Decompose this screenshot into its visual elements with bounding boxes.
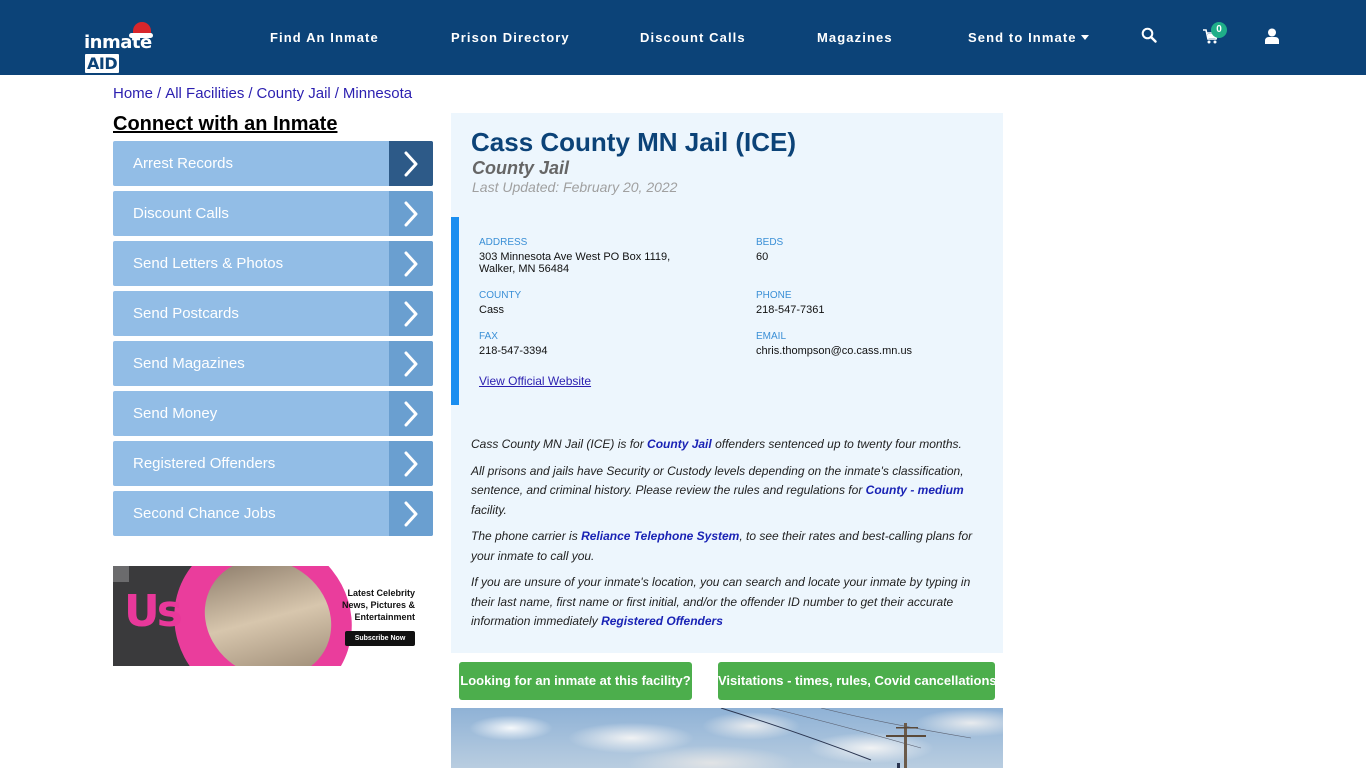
description-paragraph: All prisons and jails have Security or C… bbox=[471, 462, 986, 521]
sidebar-item-label: Second Chance Jobs bbox=[133, 505, 276, 522]
facility-description: Cass County MN Jail (ICE) is for County … bbox=[471, 435, 986, 639]
email-label: EMAIL bbox=[756, 331, 787, 342]
facility-type: County Jail bbox=[472, 158, 570, 178]
sidebar-item-arrest-records[interactable]: Arrest Records bbox=[113, 141, 433, 186]
logo-word-inmate: inmate bbox=[84, 32, 152, 53]
sidebar-item-label: Arrest Records bbox=[133, 155, 234, 172]
email-field: EMAIL chris.thompson@co.cass.mn.us bbox=[756, 331, 912, 357]
user-icon[interactable] bbox=[1265, 28, 1283, 46]
chevron-right-icon bbox=[389, 341, 433, 386]
logo-word-aid: AID bbox=[85, 54, 120, 73]
description-paragraph: If you are unsure of your inmate's locat… bbox=[471, 573, 986, 632]
facility-title: Cass County MN Jail (ICE) bbox=[471, 127, 797, 157]
nav-prison-directory[interactable]: Prison Directory bbox=[451, 30, 570, 45]
sidebar-item-label: Registered Offenders bbox=[133, 455, 276, 472]
breadcrumb: Home / All Facilities / County Jail / Minnesot… bbox=[113, 85, 412, 102]
ad-headline-line: Entertainment bbox=[354, 612, 415, 622]
address-field: ADDRESS 303 Minnesota Ave West PO Box 11… bbox=[479, 237, 670, 275]
description-text: offenders sentenced up to twenty four mo… bbox=[711, 437, 962, 451]
visitations-button[interactable]: Visitations - times, rules, Covid cancel… bbox=[718, 662, 997, 700]
phone-value: 218-547-7361 bbox=[756, 304, 825, 316]
facility-photo bbox=[451, 708, 1003, 768]
logo-text: inmateAID bbox=[84, 32, 180, 74]
ad-subscribe-button[interactable]: Subscribe Now bbox=[345, 631, 415, 646]
sidebar-item-send-magazines[interactable]: Send Magazines bbox=[113, 341, 433, 386]
facility-panel: Cass County MN Jail (ICE) County Jail La… bbox=[451, 113, 1003, 653]
chevron-right-icon bbox=[389, 141, 433, 186]
ad-headline-line: News, Pictures & bbox=[341, 600, 415, 610]
ad-headline: Latest Celebrity News, Pictures & Entert… bbox=[342, 587, 415, 623]
reliance-telephone-link[interactable]: Reliance Telephone System bbox=[581, 529, 739, 543]
description-paragraph: Cass County MN Jail (ICE) is for County … bbox=[471, 435, 986, 455]
beds-value: 60 bbox=[756, 251, 769, 263]
ad-corner-mark bbox=[113, 566, 129, 582]
last-updated: Last Updated: February 20, 2022 bbox=[472, 179, 678, 195]
nav-discount-calls[interactable]: Discount Calls bbox=[640, 30, 746, 45]
facility-info-card: ADDRESS 303 Minnesota Ave West PO Box 11… bbox=[451, 217, 1003, 405]
address-line1: 303 Minnesota Ave West PO Box 1119, bbox=[479, 251, 671, 263]
nav-send-to-inmate[interactable]: Send to Inmate bbox=[968, 30, 1089, 45]
find-inmate-at-facility-button[interactable]: Looking for an inmate at this facility? bbox=[459, 662, 692, 700]
sidebar-item-label: Send Letters & Photos bbox=[133, 255, 284, 272]
description-text: facility. bbox=[471, 502, 507, 517]
fax-field: FAX 218-547-3394 bbox=[479, 331, 548, 357]
fax-value: 218-547-3394 bbox=[479, 345, 548, 357]
sidebar-item-label: Send Postcards bbox=[133, 305, 239, 322]
phone-field: PHONE 218-547-7361 bbox=[756, 290, 825, 316]
chevron-right-icon bbox=[389, 241, 433, 286]
address-line2: Walker, MN 56484 bbox=[479, 263, 570, 275]
top-navbar: inmateAID Find An Inmate Prison Director… bbox=[0, 0, 1366, 75]
chevron-right-icon bbox=[389, 441, 433, 486]
sidebar-item-send-letters-photos[interactable]: Send Letters & Photos bbox=[113, 241, 433, 286]
beds-label: BEDS bbox=[756, 237, 784, 248]
county-jail-link[interactable]: County Jail bbox=[647, 437, 712, 451]
sidebar-item-label: Send Money bbox=[133, 405, 218, 422]
inmateaid-logo[interactable]: inmateAID bbox=[84, 22, 180, 73]
sidebar-item-label: Send Magazines bbox=[133, 355, 245, 372]
breadcrumb-county-jail[interactable]: County Jail bbox=[257, 85, 331, 102]
caret-down-icon bbox=[1080, 35, 1089, 40]
nav-send-to-inmate-label: Send to Inmate bbox=[968, 30, 1077, 45]
sidebar-menu: Arrest Records Discount Calls Send Lette… bbox=[113, 141, 433, 541]
breadcrumb-all-facilities[interactable]: All Facilities bbox=[165, 85, 244, 102]
sidebar-title[interactable]: Connect with an Inmate bbox=[113, 113, 337, 136]
search-icon[interactable] bbox=[1141, 27, 1159, 45]
description-text: Cass County MN Jail (ICE) is for bbox=[471, 437, 648, 451]
us-weekly-ad-banner[interactable]: Us Latest Celebrity News, Pictures & Ent… bbox=[113, 566, 433, 666]
phone-label: PHONE bbox=[756, 290, 792, 301]
county-medium-link[interactable]: County - medium bbox=[866, 483, 964, 497]
email-value[interactable]: chris.thompson@co.cass.mn.us bbox=[756, 345, 912, 357]
cart-count-badge: 0 bbox=[1211, 22, 1227, 38]
chevron-right-icon bbox=[389, 491, 433, 536]
chevron-right-icon bbox=[389, 191, 433, 236]
power-lines-graphic bbox=[720, 708, 972, 768]
sidebar-item-registered-offenders[interactable]: Registered Offenders bbox=[113, 441, 433, 486]
sidebar-item-label: Discount Calls bbox=[133, 205, 229, 222]
registered-offenders-link[interactable]: Registered Offenders bbox=[601, 614, 723, 628]
sidebar-item-second-chance-jobs[interactable]: Second Chance Jobs bbox=[113, 491, 433, 536]
ad-headline-line: Latest Celebrity bbox=[347, 588, 415, 598]
description-paragraph: The phone carrier is Reliance Telephone … bbox=[471, 527, 986, 566]
sidebar-item-send-money[interactable]: Send Money bbox=[113, 391, 433, 436]
county-label: COUNTY bbox=[479, 290, 522, 301]
breadcrumb-separator: / bbox=[157, 85, 162, 102]
breadcrumb-separator: / bbox=[334, 85, 339, 102]
address-label: ADDRESS bbox=[479, 237, 528, 248]
chevron-right-icon bbox=[389, 291, 433, 336]
sidebar-item-send-postcards[interactable]: Send Postcards bbox=[113, 291, 433, 336]
breadcrumb-separator: / bbox=[248, 85, 253, 102]
breadcrumb-minnesota[interactable]: Minnesota bbox=[343, 85, 412, 102]
official-website-link[interactable]: View Official Website bbox=[479, 374, 591, 388]
county-value: Cass bbox=[479, 304, 505, 316]
nav-find-an-inmate[interactable]: Find An Inmate bbox=[270, 30, 379, 45]
description-text: The phone carrier is bbox=[471, 529, 582, 543]
county-field: COUNTY Cass bbox=[479, 290, 521, 316]
beds-field: BEDS 60 bbox=[756, 237, 783, 263]
ad-brand-logo: Us bbox=[124, 586, 183, 637]
nav-magazines[interactable]: Magazines bbox=[817, 30, 893, 45]
chevron-right-icon bbox=[389, 391, 433, 436]
breadcrumb-home[interactable]: Home bbox=[113, 85, 153, 102]
fax-label: FAX bbox=[479, 331, 498, 342]
sidebar-item-discount-calls[interactable]: Discount Calls bbox=[113, 191, 433, 236]
